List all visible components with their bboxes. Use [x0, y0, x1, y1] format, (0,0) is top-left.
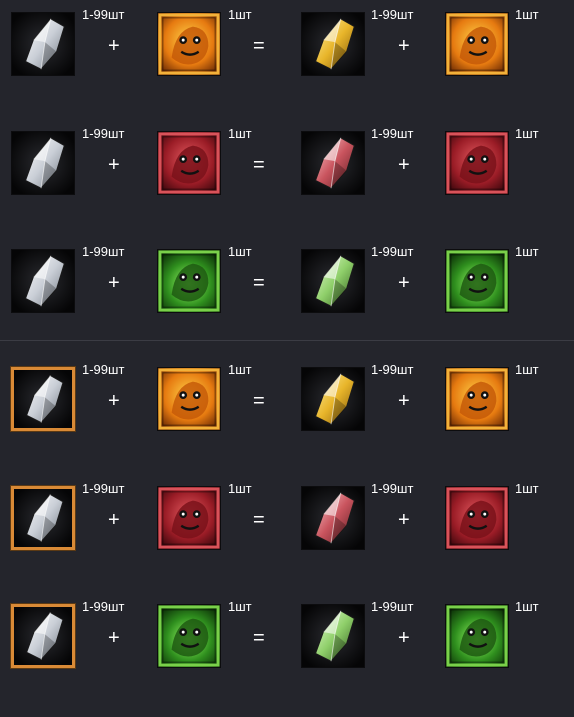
- result-quantity: 1-99шт: [371, 244, 414, 259]
- red-beast-icon[interactable]: [157, 131, 221, 195]
- plus-sign: +: [398, 154, 410, 176]
- section-divider: [0, 340, 574, 341]
- result-beast-quantity: 1шт: [515, 244, 539, 259]
- green-crystal-icon[interactable]: [301, 249, 365, 313]
- plus-sign: +: [108, 272, 120, 294]
- beast-quantity: 1шт: [228, 599, 252, 614]
- beast-quantity: 1шт: [228, 244, 252, 259]
- yellow-crystal-icon[interactable]: [301, 367, 365, 431]
- plus-sign: +: [108, 627, 120, 649]
- golden-dragon-icon[interactable]: [157, 367, 221, 431]
- framed-white-crystal-icon[interactable]: [11, 367, 75, 431]
- equals-sign: =: [253, 35, 265, 57]
- beast-quantity: 1шт: [228, 481, 252, 496]
- material-quantity: 1-99шт: [82, 481, 125, 496]
- result-quantity: 1-99шт: [371, 126, 414, 141]
- golden-dragon-icon[interactable]: [445, 12, 509, 76]
- golden-dragon-icon[interactable]: [157, 12, 221, 76]
- plus-sign: +: [108, 35, 120, 57]
- beast-quantity: 1шт: [228, 7, 252, 22]
- result-beast-quantity: 1шт: [515, 481, 539, 496]
- result-quantity: 1-99шт: [371, 481, 414, 496]
- red-beast-icon[interactable]: [445, 486, 509, 550]
- red-beast-icon[interactable]: [445, 131, 509, 195]
- white-crystal-icon[interactable]: [11, 12, 75, 76]
- red-beast-icon[interactable]: [157, 486, 221, 550]
- plus-sign: +: [108, 154, 120, 176]
- result-quantity: 1-99шт: [371, 599, 414, 614]
- beast-quantity: 1шт: [228, 126, 252, 141]
- recipe-row: 1-99шт +1шт = 1-99шт +1шт: [0, 245, 574, 325]
- white-crystal-icon[interactable]: [11, 131, 75, 195]
- plus-sign: +: [108, 509, 120, 531]
- plus-sign: +: [398, 627, 410, 649]
- recipe-row: 1-99шт +1шт = 1-99шт +1шт: [0, 127, 574, 207]
- recipe-row: 1-99шт +1шт = 1-99шт +1шт: [0, 363, 574, 443]
- equals-sign: =: [253, 154, 265, 176]
- result-beast-quantity: 1шт: [515, 7, 539, 22]
- material-quantity: 1-99шт: [82, 126, 125, 141]
- result-quantity: 1-99шт: [371, 362, 414, 377]
- material-quantity: 1-99шт: [82, 362, 125, 377]
- green-crystal-icon[interactable]: [301, 604, 365, 668]
- equals-sign: =: [253, 627, 265, 649]
- equals-sign: =: [253, 272, 265, 294]
- recipe-row: 1-99шт +1шт = 1-99шт +1шт: [0, 600, 574, 680]
- red-crystal-icon[interactable]: [301, 131, 365, 195]
- white-crystal-icon[interactable]: [11, 249, 75, 313]
- framed-white-crystal-icon[interactable]: [11, 486, 75, 550]
- plus-sign: +: [398, 272, 410, 294]
- golden-dragon-icon[interactable]: [445, 367, 509, 431]
- plus-sign: +: [398, 35, 410, 57]
- result-beast-quantity: 1шт: [515, 362, 539, 377]
- equals-sign: =: [253, 390, 265, 412]
- green-beast-icon[interactable]: [445, 249, 509, 313]
- material-quantity: 1-99шт: [82, 244, 125, 259]
- equals-sign: =: [253, 509, 265, 531]
- plus-sign: +: [398, 509, 410, 531]
- yellow-crystal-icon[interactable]: [301, 12, 365, 76]
- recipe-row: 1-99шт +1шт = 1-99шт +1шт: [0, 8, 574, 88]
- green-beast-icon[interactable]: [445, 604, 509, 668]
- recipe-row: 1-99шт +1шт = 1-99шт +1шт: [0, 482, 574, 562]
- plus-sign: +: [108, 390, 120, 412]
- plus-sign: +: [398, 390, 410, 412]
- green-beast-icon[interactable]: [157, 604, 221, 668]
- beast-quantity: 1шт: [228, 362, 252, 377]
- result-beast-quantity: 1шт: [515, 599, 539, 614]
- red-crystal-icon[interactable]: [301, 486, 365, 550]
- result-quantity: 1-99шт: [371, 7, 414, 22]
- material-quantity: 1-99шт: [82, 599, 125, 614]
- green-beast-icon[interactable]: [157, 249, 221, 313]
- result-beast-quantity: 1шт: [515, 126, 539, 141]
- material-quantity: 1-99шт: [82, 7, 125, 22]
- framed-white-crystal-icon[interactable]: [11, 604, 75, 668]
